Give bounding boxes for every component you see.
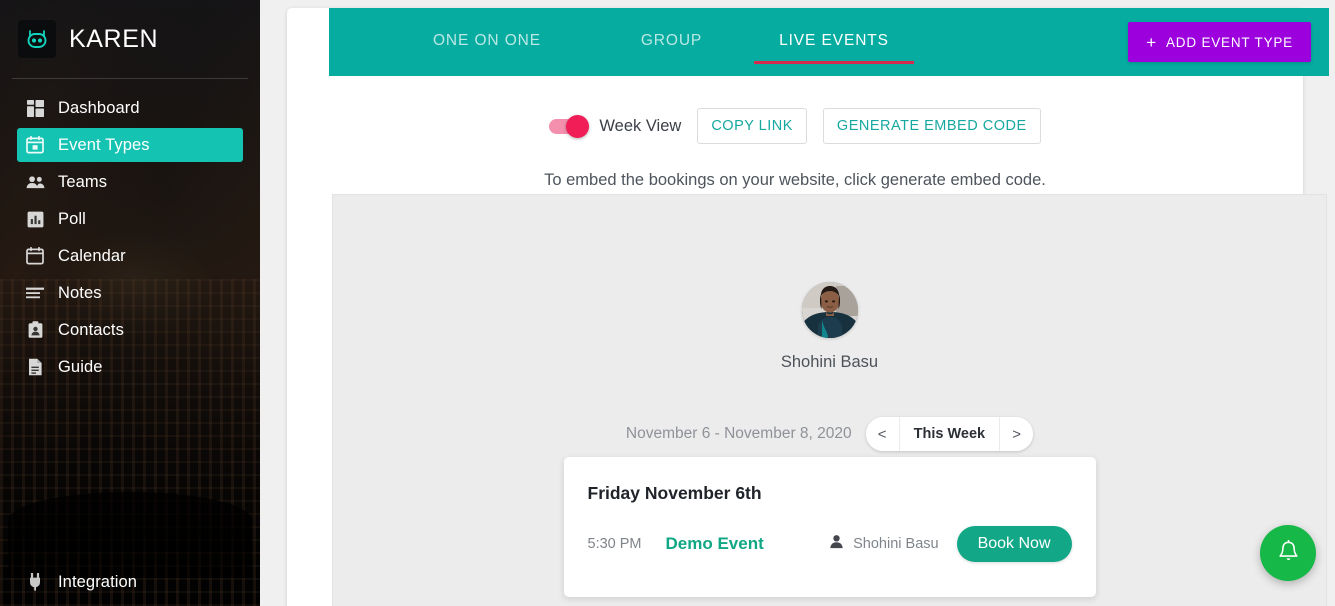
event-host-name: Shohini Basu: [853, 536, 939, 552]
sidebar: KAREN Dashboard Event Types Teams Poll C…: [0, 0, 260, 606]
event-title[interactable]: Demo Event: [666, 534, 764, 554]
event-types-tabbar: ONE ON ONE GROUP LIVE EVENTS + ADD EVENT…: [329, 8, 1329, 76]
brand-name: KAREN: [69, 24, 159, 53]
sidebar-item-label: Dashboard: [58, 98, 140, 117]
sidebar-item-label: Contacts: [58, 320, 124, 339]
content-card: ONE ON ONE GROUP LIVE EVENTS + ADD EVENT…: [287, 8, 1329, 606]
next-week-button[interactable]: >: [1000, 417, 1034, 451]
tab-live-events[interactable]: LIVE EVENTS: [754, 8, 914, 76]
sidebar-item-label: Integration: [58, 572, 138, 591]
main-area: ONE ON ONE GROUP LIVE EVENTS + ADD EVENT…: [260, 0, 1335, 606]
sidebar-divider: [12, 78, 248, 79]
sidebar-item-label: Poll: [58, 209, 86, 228]
document-icon: [24, 356, 46, 378]
event-host: Shohini Basu: [829, 534, 939, 554]
week-navigation-row: November 6 - November 8, 2020 < This Wee…: [333, 417, 1326, 451]
sidebar-item-event-types[interactable]: Event Types: [17, 128, 243, 162]
sidebar-bottom-nav: Integration: [0, 562, 260, 602]
sidebar-item-poll[interactable]: Poll: [17, 202, 243, 236]
sidebar-item-label: Teams: [58, 172, 108, 191]
bell-icon: [1276, 539, 1301, 567]
week-view-label: Week View: [599, 116, 682, 135]
notes-lines-icon: [24, 282, 46, 304]
toggle-knob: [566, 114, 590, 138]
event-details-row: 5:30 PM Demo Event Shohini Basu Book Now: [588, 526, 1072, 562]
week-view-toggle[interactable]: Week View: [549, 114, 682, 138]
contacts-card-icon: [24, 319, 46, 341]
booking-preview-panel: Shohini Basu November 6 - November 8, 20…: [332, 194, 1327, 606]
robot-head-icon: [18, 20, 56, 58]
generate-embed-code-button[interactable]: GENERATE EMBED CODE: [822, 108, 1041, 144]
add-event-type-label: ADD EVENT TYPE: [1166, 34, 1293, 50]
bar-chart-icon: [24, 208, 46, 230]
sidebar-item-contacts[interactable]: Contacts: [17, 313, 243, 347]
book-now-button[interactable]: Book Now: [956, 526, 1072, 562]
app-root: KAREN Dashboard Event Types Teams Poll C…: [0, 0, 1335, 606]
person-icon: [829, 534, 844, 554]
calendar-icon: [24, 245, 46, 267]
toggle-track: [549, 114, 590, 138]
plus-icon: +: [1146, 32, 1157, 52]
sidebar-item-guide[interactable]: Guide: [17, 350, 243, 384]
tab-one-on-one[interactable]: ONE ON ONE: [387, 8, 587, 76]
sidebar-item-label: Guide: [58, 357, 103, 376]
sidebar-item-teams[interactable]: Teams: [17, 165, 243, 199]
plug-icon: [24, 571, 46, 593]
sidebar-item-integration[interactable]: Integration: [17, 565, 243, 599]
notifications-fab[interactable]: [1260, 525, 1316, 581]
copy-link-button[interactable]: COPY LINK: [697, 108, 807, 144]
sidebar-item-calendar[interactable]: Calendar: [17, 239, 243, 273]
event-card: Friday November 6th 5:30 PM Demo Event S…: [563, 457, 1096, 597]
people-icon: [24, 171, 46, 193]
sidebar-item-label: Calendar: [58, 246, 126, 265]
embed-hint-text: To embed the bookings on your website, c…: [544, 171, 1046, 189]
event-time: 5:30 PM: [587, 536, 642, 552]
sidebar-item-label: Notes: [58, 283, 102, 302]
dashboard-grid-icon: [24, 97, 46, 119]
week-nav-group: < This Week >: [865, 417, 1034, 451]
preview-toolbar: Week View COPY LINK GENERATE EMBED CODE: [287, 108, 1303, 144]
tab-list: ONE ON ONE GROUP LIVE EVENTS: [329, 8, 914, 76]
add-event-type-button[interactable]: + ADD EVENT TYPE: [1128, 22, 1311, 62]
sidebar-item-dashboard[interactable]: Dashboard: [17, 91, 243, 125]
host-name: Shohini Basu: [780, 353, 879, 371]
avatar: [801, 282, 858, 338]
tab-group[interactable]: GROUP: [599, 8, 744, 76]
sidebar-item-label: Event Types: [58, 135, 150, 154]
prev-week-button[interactable]: <: [865, 417, 899, 451]
date-range-label: November 6 - November 8, 2020: [625, 425, 852, 442]
calendar-today-icon: [24, 134, 46, 156]
event-day-heading: Friday November 6th: [587, 483, 762, 503]
brand: KAREN: [0, 0, 260, 78]
this-week-button[interactable]: This Week: [898, 417, 1001, 451]
sidebar-item-notes[interactable]: Notes: [17, 276, 243, 310]
sidebar-nav: Dashboard Event Types Teams Poll Calenda…: [0, 91, 260, 384]
